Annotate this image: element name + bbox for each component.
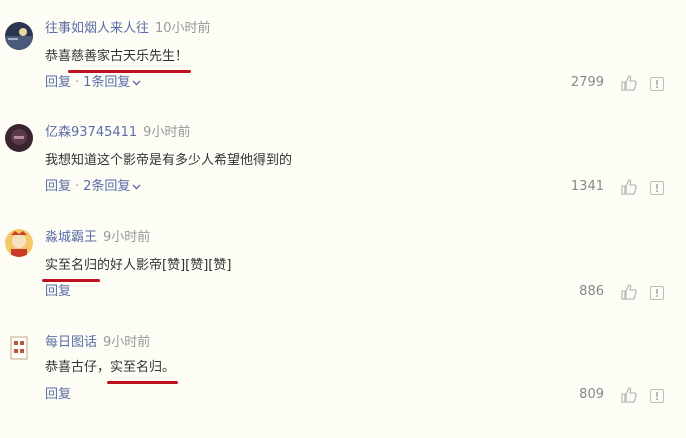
separator: · — [75, 75, 80, 90]
thumbs-up-icon[interactable] — [620, 283, 638, 301]
comment-item: 每日图话 9小时前 恭喜古仔，实至名归。 回复 809 — [0, 334, 686, 438]
comment-time: 9小时前 — [103, 230, 151, 245]
username-text[interactable]: 每日图话 — [45, 335, 97, 350]
chevron-down-icon[interactable] — [132, 80, 141, 86]
underlined-text: 慈善家古天乐先生！ — [68, 49, 192, 73]
comment-actions: 回复 — [45, 283, 71, 301]
comment-username[interactable]: 淼城霸王 9小时前 — [45, 229, 150, 247]
report-icon[interactable] — [650, 389, 664, 403]
report-icon[interactable] — [650, 181, 664, 195]
avatar[interactable] — [5, 124, 33, 152]
username-text[interactable]: 亿森93745411 — [45, 125, 137, 140]
thumbs-up-icon[interactable] — [620, 178, 638, 196]
like-count: 1341 — [570, 179, 604, 194]
separator: · — [75, 179, 80, 194]
thumbs-up-icon[interactable] — [620, 386, 638, 404]
comment-text-part: 恭喜古仔， — [45, 360, 111, 375]
avatar[interactable] — [5, 22, 33, 50]
thumbs-up-icon[interactable] — [620, 74, 638, 92]
username-text[interactable]: 淼城霸王 — [45, 230, 97, 245]
underlined-text: 实至名归。 — [107, 360, 179, 384]
comment-text-part: 恭喜 — [45, 49, 72, 64]
comment-item: 淼城霸王 9小时前 实至名归的好人影帝[赞][赞][赞] 回复 886 — [0, 229, 686, 333]
report-icon[interactable] — [650, 77, 664, 91]
like-count: 886 — [579, 284, 604, 299]
view-replies-button[interactable]: 2条回复 — [83, 179, 141, 194]
comment-text: 恭喜古仔，实至名归。 — [45, 359, 179, 384]
chevron-down-icon[interactable] — [132, 184, 141, 190]
report-icon[interactable] — [650, 286, 664, 300]
comment-time: 9小时前 — [143, 125, 191, 140]
comment-text-part: 的好人影帝[赞][赞][赞] — [97, 258, 232, 273]
avatar[interactable] — [5, 229, 33, 257]
reply-button[interactable]: 回复 — [45, 179, 71, 194]
username-text[interactable]: 往事如烟人来人往 — [45, 21, 149, 36]
comment-item: 亿森93745411 9小时前 我想知道这个影帝是有多少人希望他得到的 回复 · 2条… — [0, 124, 686, 228]
comment-text-part: 我想知道这个影帝是有多少人希望他得到的 — [45, 153, 293, 168]
comment-actions: 回复 · 1条回复 — [45, 74, 141, 92]
avatar[interactable] — [5, 334, 33, 362]
reply-button[interactable]: 回复 — [45, 284, 71, 299]
like-count: 2799 — [570, 75, 604, 90]
comment-actions: 回复 · 2条回复 — [45, 178, 141, 196]
comment-username[interactable]: 往事如烟人来人往 10小时前 — [45, 20, 211, 38]
comment-item: 往事如烟人来人往 10小时前 恭喜慈善家古天乐先生！ 回复 · 1条回复 2799 — [0, 20, 686, 124]
comment-text: 实至名归的好人影帝[赞][赞][赞] — [41, 257, 232, 282]
comment-time: 9小时前 — [103, 335, 151, 350]
comment-text: 我想知道这个影帝是有多少人希望他得到的 — [45, 152, 292, 170]
comment-time: 10小时前 — [155, 21, 211, 36]
reply-button[interactable]: 回复 — [45, 75, 71, 90]
comment-username[interactable]: 亿森93745411 9小时前 — [45, 124, 190, 142]
view-replies-label[interactable]: 1条回复 — [83, 75, 130, 90]
comment-username[interactable]: 每日图话 9小时前 — [45, 334, 150, 352]
comment-actions: 回复 — [45, 386, 71, 404]
view-replies-button[interactable]: 1条回复 — [83, 75, 141, 90]
reply-button[interactable]: 回复 — [45, 387, 71, 402]
view-replies-label[interactable]: 2条回复 — [83, 179, 130, 194]
underlined-text: 实至名归 — [41, 258, 101, 282]
like-count: 809 — [579, 387, 604, 402]
comment-text: 恭喜慈善家古天乐先生！ — [45, 48, 192, 73]
